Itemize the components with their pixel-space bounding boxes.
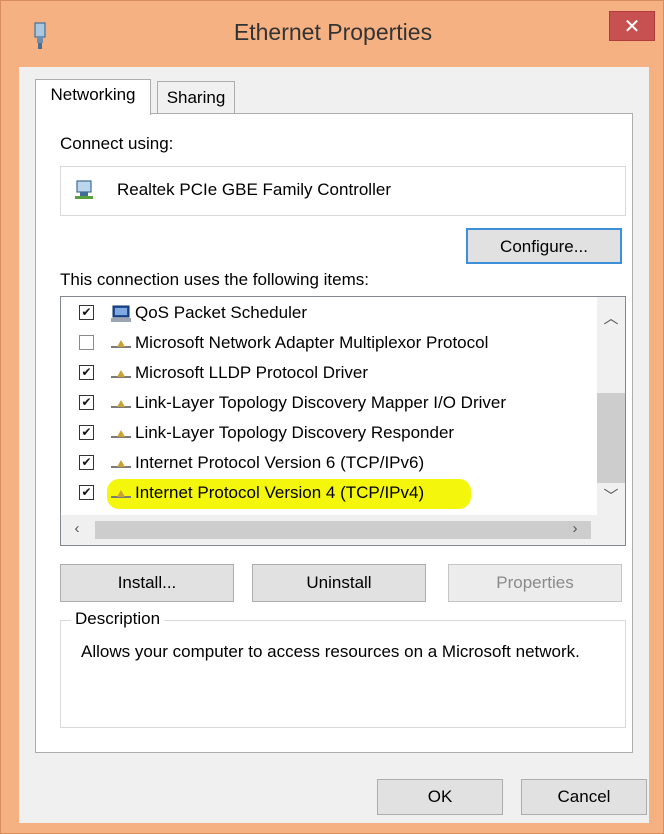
protocol-icon <box>109 365 133 383</box>
item-label: Link-Layer Topology Discovery Responder <box>135 423 455 442</box>
vertical-scrollbar[interactable]: ︿ ﹀ <box>597 297 625 515</box>
tab-networking[interactable]: Networking <box>35 79 151 115</box>
window-title: Ethernet Properties <box>233 19 433 45</box>
checkbox-lltd-mapper[interactable]: ✔ <box>79 395 94 410</box>
list-item-lltd-responder[interactable]: ✔ Link-Layer Topology Discovery Responde… <box>61 419 601 449</box>
list-item-lldp-protocol-driver[interactable]: ✔ Microsoft LLDP Protocol Driver <box>61 359 601 389</box>
item-label: Internet Protocol Version 4 (TCP/IPv4) <box>135 483 425 502</box>
checkbox-multiplexor-protocol[interactable] <box>79 335 94 350</box>
items-listbox[interactable]: ✔ QoS Packet Scheduler Microsoft Network… <box>60 296 626 546</box>
properties-button[interactable]: Properties <box>448 564 622 602</box>
cancel-button[interactable]: Cancel <box>521 779 647 815</box>
close-button[interactable]: ✕ <box>609 11 655 41</box>
configure-button[interactable]: Configure... <box>466 228 622 264</box>
list-item-ipv4[interactable]: ✔ Internet Protocol Version 4 (TCP/IPv4) <box>61 479 601 509</box>
protocol-icon <box>109 455 133 473</box>
horizontal-scroll-thumb[interactable] <box>95 521 591 539</box>
protocol-icon <box>109 335 133 353</box>
adapter-field: Realtek PCIe GBE Family Controller <box>60 166 626 216</box>
uninstall-button[interactable]: Uninstall <box>252 564 426 602</box>
item-label: Link-Layer Topology Discovery Mapper I/O… <box>135 393 506 412</box>
networking-panel: Connect using: Realtek PCIe GBE Family C… <box>35 113 633 753</box>
protocol-icon <box>109 425 133 443</box>
horizontal-scrollbar[interactable]: ‹ › <box>61 515 625 545</box>
adapter-name: Realtek PCIe GBE Family Controller <box>117 180 391 199</box>
tab-sharing[interactable]: Sharing <box>157 81 235 115</box>
scroll-down-icon[interactable]: ﹀ <box>597 485 625 506</box>
checkbox-qos-packet-scheduler[interactable]: ✔ <box>79 305 94 320</box>
list-item-ipv6[interactable]: ✔ Internet Protocol Version 6 (TCP/IPv6) <box>61 449 601 479</box>
list-item-qos-packet-scheduler[interactable]: ✔ QoS Packet Scheduler <box>61 299 601 329</box>
protocol-icon <box>109 485 133 503</box>
item-label: Microsoft Network Adapter Multiplexor Pr… <box>135 333 489 352</box>
install-button[interactable]: Install... <box>60 564 234 602</box>
properties-window: Ethernet Properties ✕ Networking Sharing… <box>0 0 664 834</box>
scroll-up-icon[interactable]: ︿ <box>597 307 625 328</box>
list-item-multiplexor-protocol[interactable]: Microsoft Network Adapter Multiplexor Pr… <box>61 329 601 359</box>
list-item-lltd-mapper[interactable]: ✔ Link-Layer Topology Discovery Mapper I… <box>61 389 601 419</box>
protocol-icon <box>109 395 133 413</box>
vertical-scroll-thumb[interactable] <box>597 393 625 483</box>
item-label: Microsoft LLDP Protocol Driver <box>135 363 369 382</box>
network-card-icon <box>75 179 95 201</box>
item-label: QoS Packet Scheduler <box>135 303 307 322</box>
title-bar[interactable]: Ethernet Properties ✕ <box>1 1 664 67</box>
description-legend: Description <box>71 609 165 629</box>
ok-button[interactable]: OK <box>377 779 503 815</box>
checkbox-ipv4[interactable]: ✔ <box>79 485 94 500</box>
items-label: This connection uses the following items… <box>60 270 369 289</box>
description-group: Description Allows your computer to acce… <box>60 609 626 728</box>
description-text: Allows your computer to access resources… <box>81 642 580 661</box>
network-client-icon <box>109 305 133 323</box>
connect-using-label: Connect using: <box>60 134 174 153</box>
checkbox-lldp-protocol-driver[interactable]: ✔ <box>79 365 94 380</box>
scroll-left-icon[interactable]: ‹ <box>63 520 91 537</box>
checkbox-ipv6[interactable]: ✔ <box>79 455 94 470</box>
item-label: Internet Protocol Version 6 (TCP/IPv6) <box>135 453 425 472</box>
scroll-right-icon[interactable]: › <box>561 520 589 537</box>
checkbox-lltd-responder[interactable]: ✔ <box>79 425 94 440</box>
dialog-client-area: Networking Sharing Connect using: Realte… <box>19 67 649 823</box>
